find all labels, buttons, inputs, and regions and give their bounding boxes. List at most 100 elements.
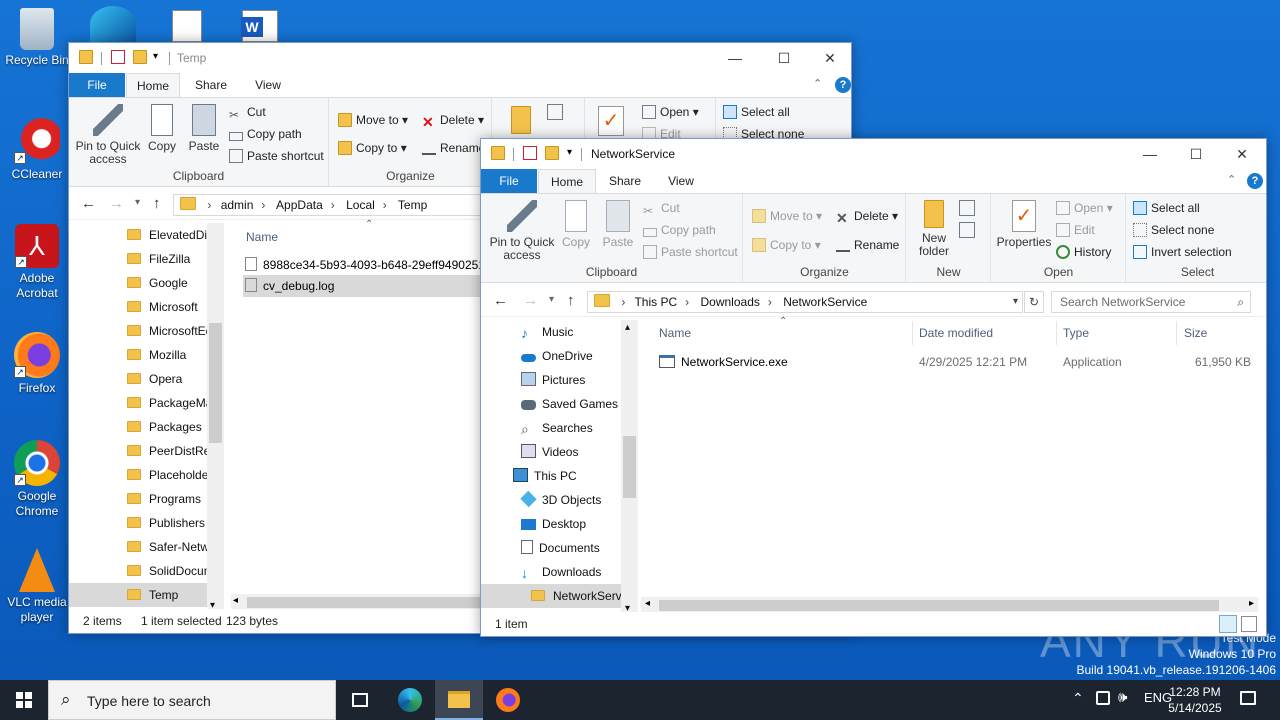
- search-input[interactable]: Search NetworkService ⌕: [1051, 291, 1251, 313]
- nav-item-pictures[interactable]: Pictures: [521, 368, 585, 392]
- help-icon[interactable]: ?: [835, 77, 851, 93]
- maximize-button[interactable]: ☐: [1173, 139, 1219, 169]
- start-button[interactable]: [0, 680, 48, 720]
- address-dropdown-icon[interactable]: ▾: [1013, 292, 1018, 312]
- desktop-icon-ccleaner[interactable]: ↗ CCleaner: [1, 118, 73, 182]
- scrollbar-thumb[interactable]: [659, 600, 1219, 611]
- up-arrow-icon[interactable]: ↑: [567, 292, 575, 309]
- rename-button[interactable]: Rename: [836, 235, 899, 255]
- paste-button[interactable]: Paste: [597, 200, 639, 249]
- recent-chevron-icon[interactable]: ▾: [549, 294, 554, 305]
- new-folder-qa-icon[interactable]: [545, 146, 559, 160]
- nav-item[interactable]: ElevatedDia: [127, 223, 214, 247]
- new-item-icon[interactable]: [959, 200, 975, 216]
- taskbar-firefox-button[interactable]: [484, 680, 532, 720]
- breadcrumb-this-pc[interactable]: This PC: [634, 295, 677, 309]
- paste-shortcut-button[interactable]: Paste shortcut: [643, 242, 738, 262]
- invert-selection-button[interactable]: Invert selection: [1133, 242, 1232, 262]
- nav-item[interactable]: Programs: [127, 487, 201, 511]
- cut-button[interactable]: ✂ Cut: [229, 102, 266, 122]
- desktop-icon-vlc[interactable]: VLC media player: [1, 548, 73, 625]
- taskbar-explorer-button[interactable]: [435, 680, 483, 720]
- tab-view[interactable]: View: [653, 169, 709, 193]
- word-document-icon[interactable]: W: [241, 10, 278, 42]
- close-button[interactable]: ✕: [807, 43, 851, 73]
- properties-icon[interactable]: ✓: [598, 106, 624, 136]
- task-view-button[interactable]: [336, 680, 384, 720]
- nav-item[interactable]: Opera: [127, 367, 182, 391]
- scrollbar-thumb[interactable]: [209, 323, 222, 443]
- nav-item[interactable]: Safer-Netwo: [127, 535, 216, 559]
- close-button[interactable]: ✕: [1219, 139, 1265, 169]
- move-to-button[interactable]: Move to ▾: [338, 110, 408, 130]
- properties-qa-icon[interactable]: [111, 50, 125, 64]
- tab-home[interactable]: Home: [538, 169, 596, 193]
- pin-button[interactable]: Pin to Quick access: [485, 200, 559, 262]
- column-header-date[interactable]: Date modified: [919, 321, 1057, 345]
- file-row[interactable]: NetworkService.exe 4/29/2025 12:21 PM Ap…: [659, 350, 1259, 374]
- title-bar[interactable]: ▾ Temp — ☐ ✕: [69, 43, 851, 73]
- history-button[interactable]: History: [1056, 242, 1111, 262]
- forward-arrow-icon[interactable]: →: [109, 195, 124, 212]
- chevron-down-icon[interactable]: ▾: [567, 147, 572, 158]
- volume-icon[interactable]: 🕪: [1118, 689, 1127, 706]
- edit-button[interactable]: Edit: [1056, 220, 1095, 240]
- nav-item[interactable]: SolidDocum: [127, 559, 214, 583]
- column-header-name[interactable]: Name: [246, 225, 278, 249]
- help-icon[interactable]: ?: [1247, 173, 1263, 189]
- refresh-icon[interactable]: ↻: [1024, 291, 1044, 313]
- breadcrumb-appdata[interactable]: AppData: [276, 198, 323, 212]
- nav-item-videos[interactable]: Videos: [521, 440, 578, 464]
- edge-icon[interactable]: [90, 6, 136, 42]
- scroll-left-icon[interactable]: ◂: [233, 595, 238, 606]
- desktop-icon-firefox[interactable]: ↗ Firefox: [1, 332, 73, 396]
- chevron-up-icon[interactable]: ⌃: [813, 77, 822, 90]
- desktop-icon-chrome[interactable]: ↗ Google Chrome: [1, 440, 73, 519]
- select-none-button[interactable]: Select none: [1133, 220, 1214, 240]
- delete-button[interactable]: ✕ Delete ▾: [836, 206, 898, 226]
- nav-item-searches[interactable]: ⌕ Searches: [521, 416, 593, 440]
- minimize-button[interactable]: —: [1127, 139, 1173, 169]
- nav-item[interactable]: PeerDistRep: [127, 439, 217, 463]
- scroll-left-icon[interactable]: ◂: [645, 598, 650, 609]
- nav-item-this-pc[interactable]: This PC: [513, 464, 577, 488]
- breadcrumb-networkservice[interactable]: NetworkService: [783, 295, 867, 309]
- nav-item[interactable]: PackageMa: [127, 391, 212, 415]
- chevron-down-icon[interactable]: ▾: [153, 51, 158, 62]
- taskbar-edge-button[interactable]: [386, 680, 434, 720]
- scrollbar-thumb[interactable]: [623, 436, 636, 498]
- nav-item[interactable]: Google: [127, 271, 188, 295]
- copy-to-button[interactable]: Copy to ▾: [752, 235, 821, 255]
- copy-button[interactable]: Copy: [557, 200, 595, 249]
- new-folder-button[interactable]: New folder: [911, 200, 957, 258]
- nav-item-music[interactable]: ♪ Music: [521, 320, 573, 344]
- cut-button[interactable]: ✂ Cut: [643, 198, 680, 218]
- breadcrumb-local[interactable]: Local: [346, 198, 375, 212]
- copy-button[interactable]: Copy: [143, 104, 181, 153]
- tab-view[interactable]: View: [241, 73, 295, 97]
- column-header-name[interactable]: Name: [659, 321, 913, 345]
- nav-item-downloads[interactable]: ↓ Downloads: [521, 560, 601, 584]
- nav-item[interactable]: Mozilla: [127, 343, 186, 367]
- maximize-button[interactable]: ☐: [761, 43, 807, 73]
- copy-path-button[interactable]: Copy path: [643, 220, 716, 240]
- tab-file[interactable]: File: [69, 73, 125, 97]
- explorer-window-networkservice[interactable]: ▾ NetworkService — ☐ ✕ File Home Share V…: [480, 138, 1267, 637]
- up-arrow-icon[interactable]: ↑: [153, 195, 161, 212]
- back-arrow-icon[interactable]: ←: [493, 292, 508, 309]
- large-icons-view-icon[interactable]: [1241, 616, 1257, 632]
- notification-icon[interactable]: [1240, 691, 1256, 705]
- recent-chevron-icon[interactable]: ▾: [135, 197, 140, 208]
- nav-item[interactable]: Publishers: [127, 511, 205, 535]
- details-view-icon[interactable]: [1219, 615, 1237, 633]
- scroll-right-icon[interactable]: ▸: [1249, 598, 1254, 609]
- breadcrumb-downloads[interactable]: Downloads: [701, 295, 760, 309]
- select-all-button[interactable]: Select all: [723, 102, 790, 122]
- nav-item[interactable]: Placeholder: [127, 463, 212, 487]
- delete-button[interactable]: ✕ Delete ▾: [422, 110, 484, 130]
- breadcrumb-temp[interactable]: Temp: [398, 198, 427, 212]
- move-to-button[interactable]: Move to ▾: [752, 206, 822, 226]
- minimize-button[interactable]: —: [712, 43, 758, 73]
- address-bar[interactable]: › This PC › Downloads › NetworkService ▾: [587, 291, 1023, 313]
- pin-button[interactable]: Pin to Quick access: [73, 104, 143, 166]
